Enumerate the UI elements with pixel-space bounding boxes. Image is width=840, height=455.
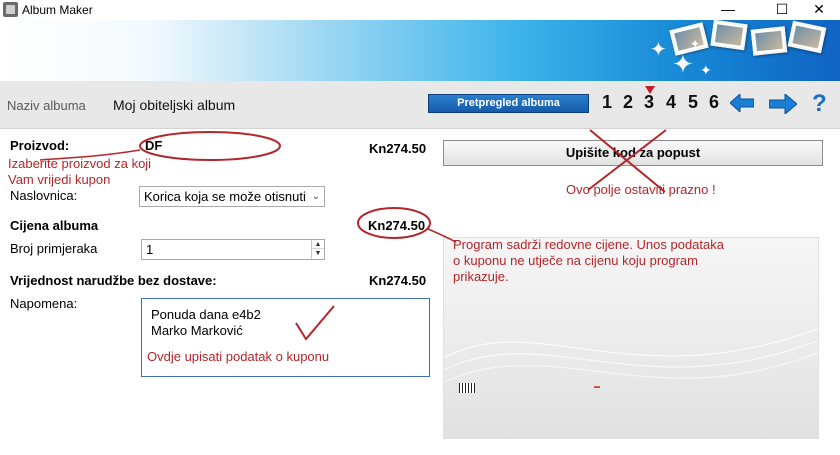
sparkle-icon: ✦ [700, 62, 712, 78]
toolbar: Naziv albuma Moj obiteljski album Pretpr… [0, 81, 840, 129]
barcode-icon [459, 383, 475, 393]
note-line: o kuponu ne utječe na cijenu koju progra… [453, 253, 698, 268]
arrow-left-icon[interactable] [730, 94, 754, 112]
close-button[interactable]: ✕ [797, 0, 840, 20]
enter-coupon-note: Ovdje upisati podatak o kuponu [147, 349, 330, 364]
coupon-code-button[interactable]: Upišite kod za popust [443, 140, 823, 166]
note-line: prikazuje. [453, 269, 509, 284]
program-prices-note: Program sadrži redovne cijene. Unos poda… [453, 237, 724, 285]
album-name-label: Naziv albuma [7, 98, 86, 113]
header-banner: ✦ ✦ ✦ ✦ [0, 19, 840, 81]
arrow-right-icon[interactable] [769, 94, 797, 114]
product-value[interactable]: DF [145, 138, 162, 153]
copies-label: Broj primjeraka [10, 241, 98, 256]
note-line: Marko Marković [151, 323, 243, 338]
album-price-label: Cijena albuma [10, 218, 99, 233]
note-line: Izaberite proizvod za koji [8, 156, 152, 171]
order-value: Kn274.50 [369, 273, 427, 288]
photo-card-icon [750, 26, 788, 56]
sparkle-icon: ✦ [690, 37, 701, 51]
choose-product-note: Izaberite proizvod za koji Vam vrijedi k… [8, 156, 151, 188]
photo-card-icon [710, 19, 748, 51]
note-line: Program sadrži redovne cijene. Unos poda… [453, 237, 724, 252]
photo-card-icon [787, 20, 827, 54]
note-line: Vam vrijedi kupon [8, 172, 111, 187]
sparkle-icon: ✦ [650, 39, 667, 61]
leave-empty-note: Ovo polje ostaviti prazno ! [566, 182, 716, 197]
stepper-up-icon[interactable]: ▲ [312, 240, 324, 249]
logo-icon: ▬ [594, 384, 600, 390]
product-price: Kn274.50 [369, 141, 427, 156]
help-icon[interactable]: ? [812, 90, 827, 118]
product-label: Proizvod: [10, 138, 70, 153]
window-title: Album Maker [22, 3, 93, 17]
chevron-down-icon: ⌄ [311, 191, 320, 202]
stepper-buttons: ▲ ▼ [311, 240, 324, 259]
step-1[interactable]: 1 [602, 92, 612, 113]
album-preview-button[interactable]: Pretpregled albuma [428, 94, 589, 113]
cover-select[interactable]: Korica koja se može otisnuti ⌄ [139, 186, 325, 207]
note-label: Napomena: [10, 296, 78, 311]
title-bar: Album Maker — ☐ ✕ [0, 0, 840, 20]
copies-value: 1 [146, 242, 154, 257]
step-4[interactable]: 4 [666, 92, 676, 113]
cover-select-value: Korica koja se može otisnuti [144, 189, 306, 204]
note-textarea[interactable]: Ponuda dana e4b2 Marko Marković Ovdje up… [141, 298, 430, 377]
order-value-label: Vrijednost narudžbe bez dostave: [10, 273, 217, 288]
step-5[interactable]: 5 [688, 92, 698, 113]
app-icon [3, 2, 18, 17]
note-line: Ponuda dana e4b2 [151, 307, 261, 322]
step-6[interactable]: 6 [709, 92, 719, 113]
minimize-button[interactable]: — [706, 0, 750, 20]
sparkle-icon: ✦ [672, 49, 694, 79]
album-price: Kn274.50 [368, 218, 426, 233]
step-3[interactable]: 3 [644, 92, 654, 113]
stepper-down-icon[interactable]: ▼ [312, 249, 324, 258]
copies-stepper[interactable]: 1 ▲ ▼ [141, 239, 325, 260]
album-name-field[interactable]: Moj obiteljski album [113, 97, 235, 113]
cover-label: Naslovnica: [10, 188, 78, 203]
step-2[interactable]: 2 [623, 92, 633, 113]
